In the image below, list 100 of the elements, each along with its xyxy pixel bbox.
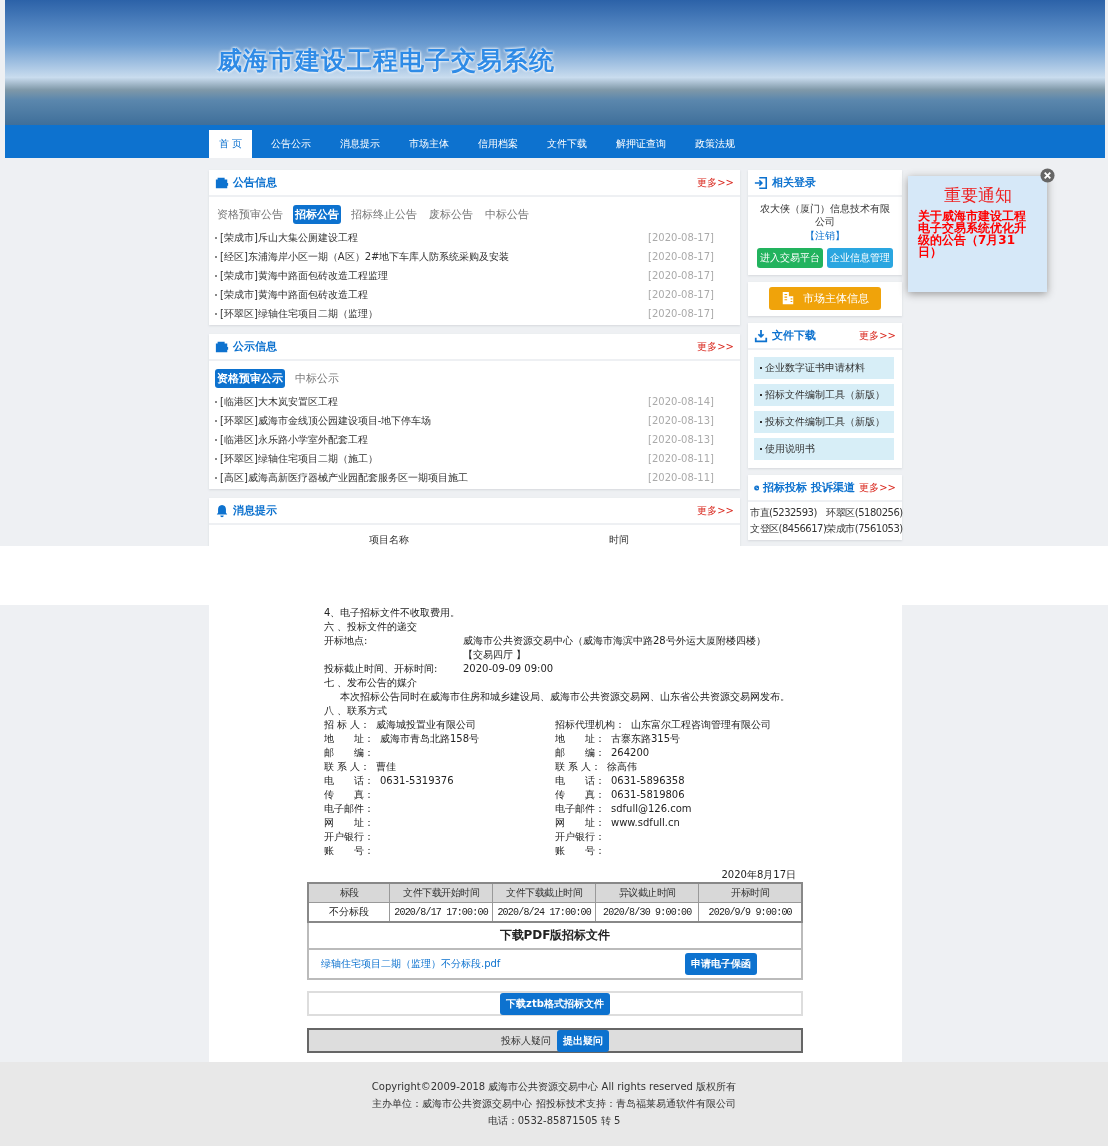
wallet-icon (215, 175, 229, 190)
contact-label: 地 址： (555, 732, 605, 746)
document-text: 七 、发布公告的媒介 (324, 676, 419, 690)
contact-value: 0631-5896358 (611, 774, 685, 788)
column-header: 文件下载截止时间 (492, 883, 596, 903)
category-tab[interactable]: 招标公告 (293, 205, 341, 224)
contact-label: 网 址： (555, 816, 605, 830)
category-tab[interactable]: 中标公示 (293, 369, 341, 388)
ask-button[interactable]: 提出疑问 (557, 1029, 609, 1052)
building-icon (781, 291, 795, 305)
more-link[interactable]: 更多>> (859, 480, 896, 495)
footer-text: 主办单位：威海市公共资源交易中心 招投标技术支持：青岛福莱易通软件有限公司 (372, 1097, 736, 1111)
contact-label: 开户银行： (324, 830, 374, 844)
contact-label: 开户银行： (555, 830, 605, 844)
notice-date: [2020-08-17] (648, 270, 714, 281)
nav-tab[interactable]: 首 页 (209, 130, 253, 158)
more-link[interactable]: 更多>> (697, 175, 734, 190)
guarantee-button[interactable]: 申请电子保函 (685, 953, 757, 975)
notice-link[interactable]: [临港区]大木岚安置区工程 (220, 394, 338, 409)
notice-date: [2020-08-17] (648, 308, 714, 319)
document-text: 八 、联系方式 (324, 704, 389, 718)
download-button[interactable]: 下载ztb格式招标文件 (500, 992, 610, 1015)
document-date: 2020年8月17日 (721, 869, 796, 880)
notice-link[interactable]: [环翠区]威海市金线顶公园建设项目-地下停车场 (220, 413, 432, 428)
category-tab[interactable]: 资格预审公示 (215, 369, 285, 388)
footer-text: Copyright©2009-2018 威海市公共资源交易中心 All rights reserved 版权所有 (371, 1080, 737, 1094)
question-label: 投标人疑问 (501, 1033, 551, 1048)
document-text: 六 、投标文件的递交 (324, 620, 419, 634)
nav-tab[interactable]: 市场主体 (399, 130, 460, 158)
contact-value: www.sdfull.cn (611, 816, 680, 830)
category-tab[interactable]: 中标公告 (483, 205, 531, 224)
contact-phone: 荣成市(7561053) (826, 522, 903, 536)
category-tab[interactable]: 招标终止公告 (349, 205, 419, 224)
login-icon (754, 175, 768, 190)
contact-value: 威海市青岛北路158号 (380, 732, 480, 746)
contact-label: 邮 编： (555, 746, 605, 760)
notice-date: [2020-08-17] (648, 251, 714, 262)
notice-link[interactable]: [荣成市]斥山大集公厕建设工程 (220, 230, 358, 245)
column-header: 项目名称 (368, 533, 410, 546)
contact-value: sdfull@126.com (611, 802, 692, 816)
column-header: 标段 (308, 883, 390, 903)
category-tab[interactable]: 废标公告 (427, 205, 475, 224)
contact-value: 曹佳 (376, 760, 397, 774)
notice-date: [2020-08-14] (648, 396, 714, 407)
column-header: 文件下载开始时间 (389, 883, 493, 903)
category-tab[interactable]: 资格预审公告 (215, 205, 285, 224)
more-link[interactable]: 更多>> (859, 328, 896, 343)
contact-label: 传 真： (324, 788, 374, 802)
file-link[interactable]: 绿轴住宅项目二期（监理）不分标段.pdf (321, 957, 501, 971)
notice-link[interactable]: [荣成市]黄海中路面包砖改造工程 (220, 287, 368, 302)
contact-label: 电 话： (555, 774, 605, 788)
popup-link[interactable]: 关于威海市建设工程电子交易系统优化升级的公告（7月31日） (918, 210, 1037, 258)
notice-link[interactable]: [经区]东浦海岸小区一期（A区）2#地下车库人防系统采购及安装 (220, 249, 510, 264)
more-link[interactable]: 更多>> (697, 339, 734, 354)
contact-label: 联 系 人： (555, 760, 602, 774)
field-value: 威海市公共资源交易中心（威海市海滨中路28号外运大厦附楼四楼） (463, 634, 766, 648)
contact-label: 地 址： (324, 732, 374, 746)
contact-label: 电子邮件： (324, 802, 374, 816)
contact-label: 电 话： (324, 774, 374, 788)
column-header: 开标时间 (698, 883, 802, 903)
bell-icon (215, 503, 229, 518)
nav-tab[interactable]: 公告公示 (261, 130, 322, 158)
nav-tab[interactable]: 消息提示 (330, 130, 391, 158)
logout-link[interactable]: 【注销】 (805, 229, 845, 243)
contact-label: 联 系 人： (324, 760, 371, 774)
login-button[interactable]: 企业信息管理 (827, 248, 893, 268)
panel-title: 公示信息 (233, 339, 277, 354)
notice-date: [2020-08-11] (648, 472, 714, 483)
download-icon (754, 328, 768, 343)
contact-value: 0631-5319376 (380, 774, 454, 788)
contact-label: 账 号： (555, 844, 605, 858)
nav-tab[interactable]: 政策法规 (685, 130, 746, 158)
notice-link[interactable]: [荣成市]黄海中路面包砖改造工程监理 (220, 268, 388, 283)
contact-phone: 文登区(8456617) (750, 522, 827, 536)
notice-link[interactable]: [环翠区]绿轴住宅项目二期（监理） (220, 306, 378, 321)
panel-title: 招标投标 投诉渠道 (763, 480, 856, 495)
notice-link[interactable]: [高区]威海高新医疗器械产业园配套服务区一期项目施工 (220, 470, 468, 485)
panel-title: 相关登录 (772, 175, 816, 190)
close-icon[interactable] (1040, 168, 1055, 183)
field-value: 【交易四厅 】 (463, 648, 527, 662)
field-value: 2020-09-09 09:00 (463, 662, 554, 676)
panel-title: 公告信息 (233, 175, 277, 190)
notice-link[interactable]: [临港区]永乐路小学室外配套工程 (220, 432, 368, 447)
document-text: 4、电子招标文件不收取费用。 (324, 606, 462, 620)
nav-tab[interactable]: 解押证查询 (606, 130, 677, 158)
footer-text: 电话：0532-85871505 转 5 (487, 1114, 621, 1128)
login-button[interactable]: 进入交易平台 (757, 248, 823, 268)
contact-label: 账 号： (324, 844, 374, 858)
more-link[interactable]: 更多>> (697, 503, 734, 518)
box-title: 下载PDF版招标文件 (309, 923, 801, 950)
notice-link[interactable]: [环翠区]绿轴住宅项目二期（施工） (220, 451, 378, 466)
contact-value: 山东富尔工程咨询管理有限公司 (631, 718, 771, 732)
nav-tab[interactable]: 文件下载 (537, 130, 598, 158)
contact-label: 招 标 人： (324, 718, 371, 732)
nav-tab[interactable]: 信用档案 (468, 130, 529, 158)
contact-label: 电子邮件： (555, 802, 605, 816)
notice-date: [2020-08-13] (648, 415, 714, 426)
contact-label: 传 真： (555, 788, 605, 802)
contact-label: 网 址： (324, 816, 374, 830)
contact-phone: 环翠区(5180256) (826, 506, 903, 520)
